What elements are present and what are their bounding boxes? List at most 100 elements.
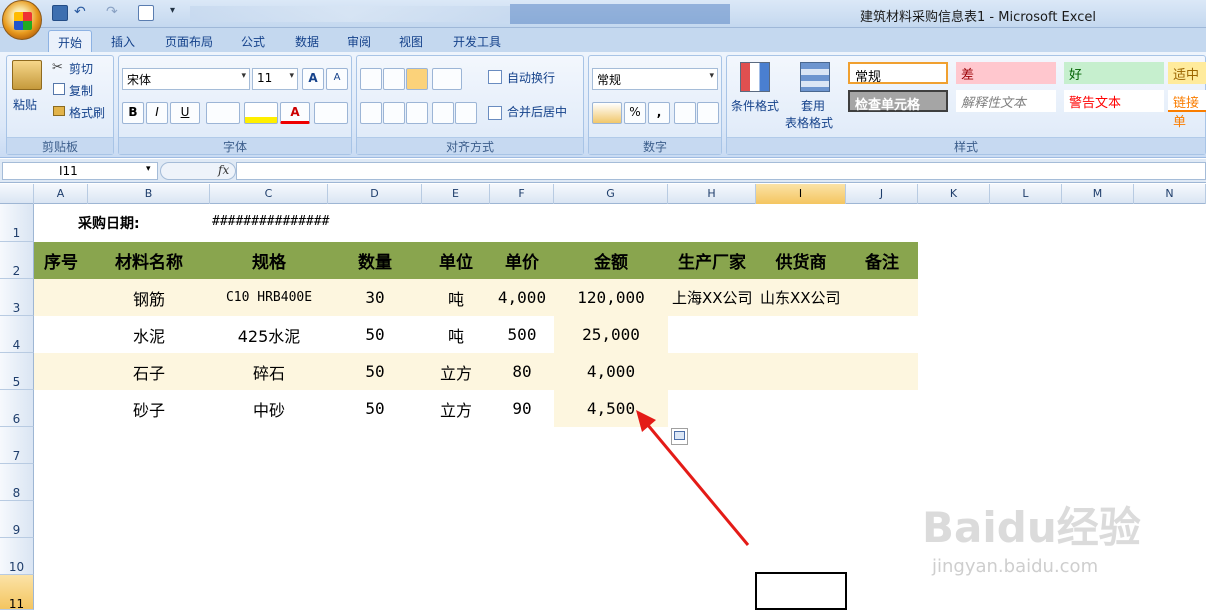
- percent-button[interactable]: %: [624, 102, 646, 124]
- cell-style-swatch[interactable]: 解释性文本: [956, 90, 1056, 112]
- column-header-i[interactable]: I: [756, 184, 846, 204]
- column-header-k[interactable]: K: [918, 184, 990, 204]
- tab-page-layout[interactable]: 页面布局: [156, 30, 222, 52]
- table-header-cell[interactable]: 规格: [210, 242, 328, 279]
- cell-style-swatch[interactable]: 链接单: [1168, 90, 1206, 130]
- tab-home[interactable]: 开始: [48, 30, 93, 52]
- align-center-icon[interactable]: [383, 102, 405, 124]
- active-cell-i11[interactable]: [755, 572, 847, 610]
- table-cell[interactable]: 石子: [88, 353, 210, 390]
- column-header-b[interactable]: B: [88, 184, 210, 204]
- table-cell[interactable]: 25,000: [554, 316, 668, 353]
- row-header-3[interactable]: 3: [0, 279, 34, 316]
- cell-style-swatch[interactable]: 警告文本: [1064, 90, 1164, 112]
- format-painter-icon[interactable]: [53, 106, 65, 116]
- table-cell[interactable]: [668, 316, 756, 353]
- redo-icon[interactable]: ↷: [106, 5, 122, 21]
- row-header-4[interactable]: 4: [0, 316, 34, 353]
- decrease-decimal-icon[interactable]: [697, 102, 719, 124]
- table-cell[interactable]: 山东XX公司: [756, 279, 846, 316]
- table-header-cell[interactable]: 生产厂家: [668, 242, 756, 279]
- increase-decimal-icon[interactable]: [674, 102, 696, 124]
- merge-center-button[interactable]: 合并后居中: [506, 102, 568, 122]
- table-cell[interactable]: [846, 316, 918, 353]
- borders-icon[interactable]: [206, 102, 240, 124]
- paste-button[interactable]: 粘贴: [12, 95, 38, 115]
- wrap-text-icon[interactable]: [488, 70, 502, 84]
- table-cell[interactable]: [34, 279, 88, 316]
- conditional-format-icon[interactable]: [740, 62, 770, 92]
- print-preview-icon[interactable]: [138, 5, 154, 21]
- phonetic-icon[interactable]: [314, 102, 348, 124]
- customize-qat-icon[interactable]: ▾: [170, 5, 186, 21]
- table-header-cell[interactable]: 金额: [554, 242, 668, 279]
- italic-button[interactable]: I: [146, 102, 168, 124]
- orientation-icon[interactable]: [432, 68, 462, 90]
- cut-button[interactable]: 剪切: [68, 59, 94, 79]
- table-header-cell[interactable]: 序号: [34, 242, 88, 279]
- table-cell[interactable]: 吨: [422, 316, 490, 353]
- table-header-cell[interactable]: 供货商: [756, 242, 846, 279]
- column-header-f[interactable]: F: [490, 184, 554, 204]
- font-name-select[interactable]: 宋体 ▾: [122, 68, 250, 90]
- table-cell[interactable]: [34, 353, 88, 390]
- row-header-5[interactable]: 5: [0, 353, 34, 390]
- table-cell[interactable]: 中砂: [210, 390, 328, 427]
- office-button[interactable]: [2, 0, 42, 40]
- table-header-cell[interactable]: 单价: [490, 242, 554, 279]
- format-as-table-icon[interactable]: [800, 62, 830, 92]
- table-cell[interactable]: 立方: [422, 390, 490, 427]
- table-cell[interactable]: 碎石: [210, 353, 328, 390]
- table-cell[interactable]: 钢筋: [88, 279, 210, 316]
- row-header-8[interactable]: 8: [0, 464, 34, 501]
- grow-font-button[interactable]: A: [302, 68, 324, 90]
- row-header-9[interactable]: 9: [0, 501, 34, 538]
- table-header-cell[interactable]: 数量: [328, 242, 422, 279]
- number-format-select[interactable]: 常规 ▾: [592, 68, 718, 90]
- column-header-g[interactable]: G: [554, 184, 668, 204]
- table-header-cell[interactable]: 材料名称: [88, 242, 210, 279]
- column-header-d[interactable]: D: [328, 184, 422, 204]
- table-cell[interactable]: C10 HRB400E: [210, 279, 328, 316]
- table-header-cell[interactable]: 单位: [422, 242, 490, 279]
- tab-review[interactable]: 审阅: [338, 30, 380, 52]
- table-cell[interactable]: 上海XX公司: [668, 279, 756, 316]
- align-bottom-icon[interactable]: [406, 68, 428, 90]
- table-cell[interactable]: 425水泥: [210, 316, 328, 353]
- table-cell[interactable]: [846, 279, 918, 316]
- font-color-button[interactable]: A: [280, 102, 310, 124]
- table-cell[interactable]: 50: [328, 353, 422, 390]
- cell-style-swatch[interactable]: 常规: [848, 62, 948, 85]
- conditional-format-button[interactable]: 条件格式: [730, 96, 780, 116]
- row-header-7[interactable]: 7: [0, 427, 34, 464]
- table-cell[interactable]: 120,000: [554, 279, 668, 316]
- table-cell[interactable]: 90: [490, 390, 554, 427]
- table-cell[interactable]: [846, 353, 918, 390]
- table-cell[interactable]: [756, 316, 846, 353]
- column-header-l[interactable]: L: [990, 184, 1062, 204]
- underline-button[interactable]: U: [170, 102, 200, 124]
- column-header-h[interactable]: H: [668, 184, 756, 204]
- column-header-m[interactable]: M: [1062, 184, 1134, 204]
- formula-input[interactable]: [236, 162, 1206, 180]
- row-header-2[interactable]: 2: [0, 242, 34, 279]
- bold-button[interactable]: B: [122, 102, 144, 124]
- table-cell[interactable]: [34, 316, 88, 353]
- paste-icon[interactable]: [12, 60, 42, 90]
- table-cell[interactable]: 4,000: [490, 279, 554, 316]
- decrease-indent-icon[interactable]: [432, 102, 454, 124]
- copy-icon[interactable]: [53, 83, 65, 95]
- insert-function-icon[interactable]: fx: [218, 163, 229, 177]
- row-header-1[interactable]: 1: [0, 204, 34, 242]
- table-cell[interactable]: 50: [328, 316, 422, 353]
- format-as-table-button-line2[interactable]: 表格格式: [784, 113, 834, 133]
- column-header-e[interactable]: E: [422, 184, 490, 204]
- select-all-corner[interactable]: [0, 184, 34, 204]
- align-right-icon[interactable]: [406, 102, 428, 124]
- save-icon[interactable]: [52, 5, 68, 21]
- merge-center-icon[interactable]: [488, 106, 502, 120]
- table-cell[interactable]: 30: [328, 279, 422, 316]
- table-cell[interactable]: [668, 353, 756, 390]
- column-header-c[interactable]: C: [210, 184, 328, 204]
- cell-style-swatch[interactable]: 适中: [1168, 62, 1206, 84]
